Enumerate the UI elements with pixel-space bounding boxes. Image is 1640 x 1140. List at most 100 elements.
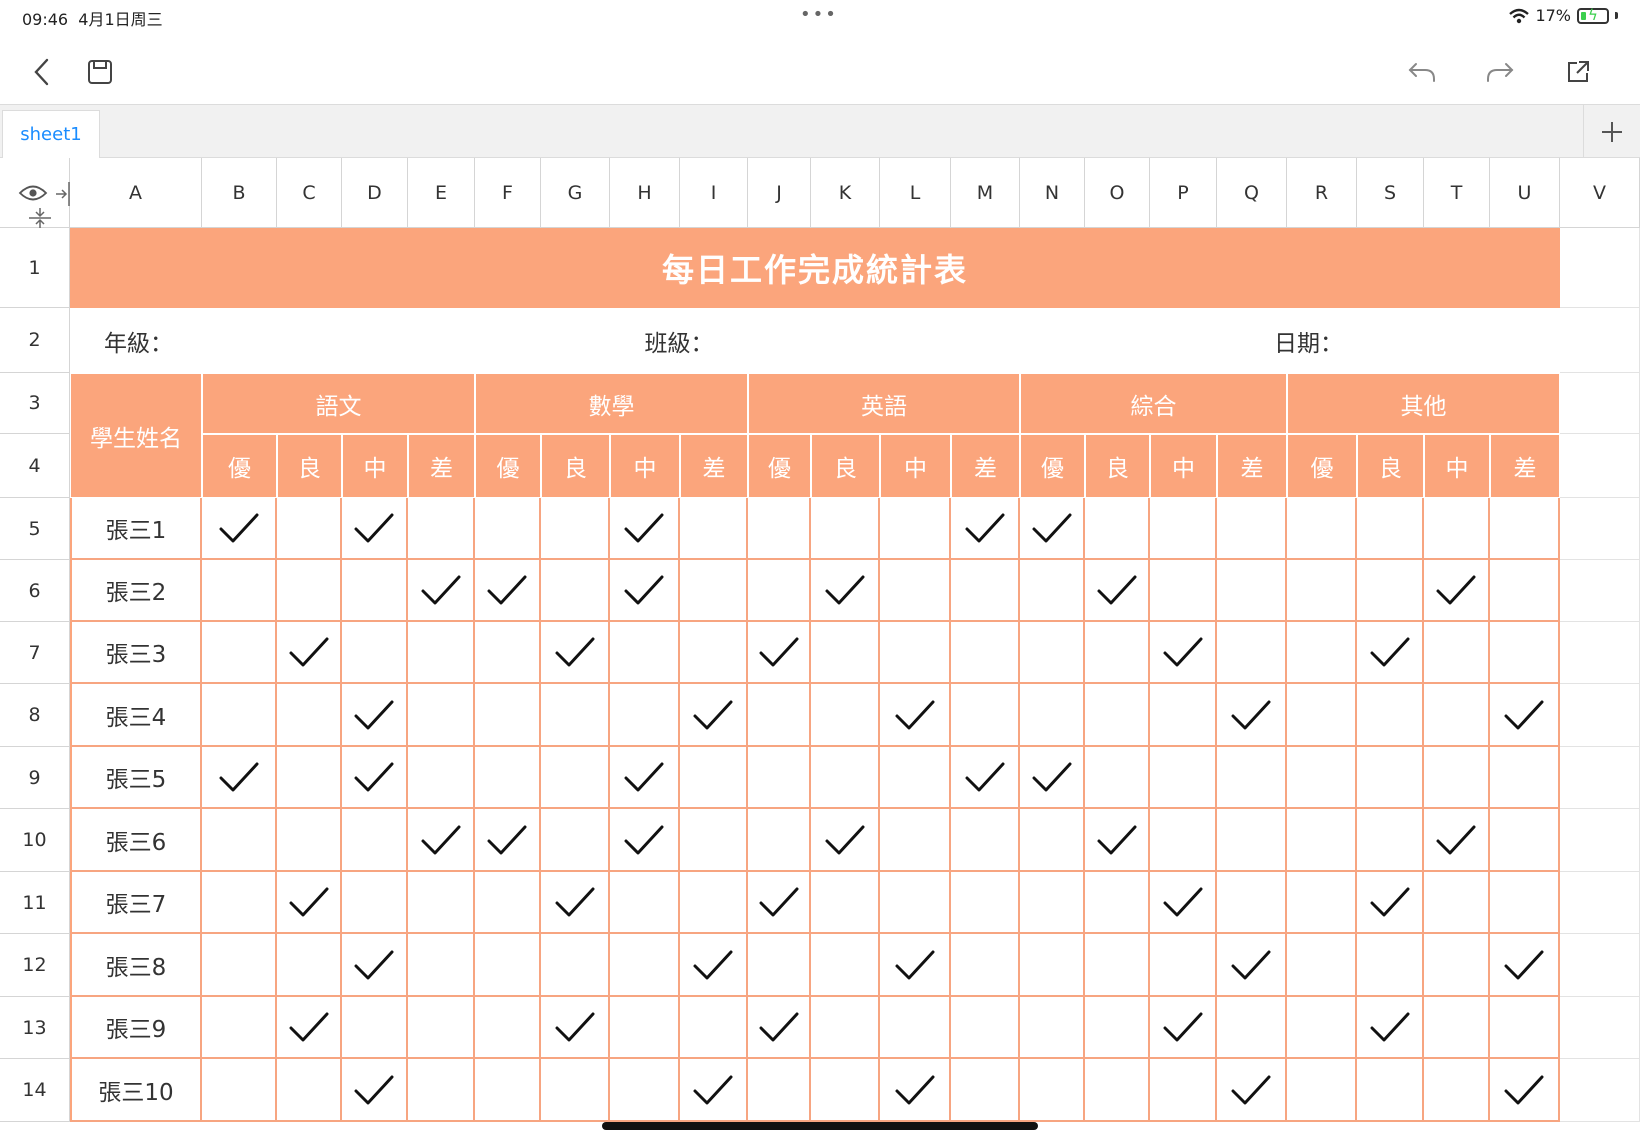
grade-cell[interactable] (1150, 809, 1217, 872)
grade-cell[interactable] (1287, 684, 1357, 747)
grade-cell[interactable] (1150, 997, 1217, 1059)
grade-cell[interactable] (748, 872, 811, 934)
grade-cell[interactable] (408, 560, 475, 622)
grade-cell[interactable] (951, 809, 1020, 872)
grade-cell[interactable] (880, 747, 951, 809)
grade-cell[interactable] (1490, 809, 1560, 872)
grade-cell[interactable] (951, 747, 1020, 809)
grade-cell[interactable] (951, 622, 1020, 684)
grade-cell[interactable] (1085, 622, 1150, 684)
grade-cell[interactable] (951, 498, 1020, 560)
grade-cell[interactable] (277, 997, 342, 1059)
grade-cell[interactable] (811, 622, 880, 684)
column-header-N[interactable]: N (1020, 158, 1085, 228)
column-header-I[interactable]: I (680, 158, 748, 228)
subject-header[interactable]: 語文 (202, 373, 475, 434)
grade-cell[interactable] (1217, 872, 1287, 934)
grade-cell[interactable] (541, 560, 610, 622)
grade-cell[interactable] (1150, 684, 1217, 747)
grade-cell[interactable] (541, 1059, 610, 1122)
grade-cell[interactable] (951, 684, 1020, 747)
subject-header[interactable]: 英語 (748, 373, 1020, 434)
sheet-title[interactable]: 每日工作完成統計表 (70, 228, 1560, 308)
column-header-R[interactable]: R (1287, 158, 1357, 228)
grade-header[interactable]: 良 (1085, 434, 1150, 498)
grade-cell[interactable] (748, 934, 811, 997)
column-header-A[interactable]: A (70, 158, 202, 228)
row-header-2[interactable]: 2 (0, 308, 70, 373)
grade-header[interactable]: 中 (610, 434, 680, 498)
grade-cell[interactable] (408, 747, 475, 809)
grade-cell[interactable] (680, 872, 748, 934)
grade-cell[interactable] (1020, 872, 1085, 934)
date-label[interactable]: 日期： (1217, 308, 1357, 373)
grade-cell[interactable] (342, 684, 408, 747)
grade-cell[interactable] (1357, 684, 1424, 747)
grade-header[interactable]: 良 (277, 434, 342, 498)
grade-cell[interactable] (1424, 560, 1490, 622)
column-header-Q[interactable]: Q (1217, 158, 1287, 228)
grade-cell[interactable] (408, 498, 475, 560)
grade-cell[interactable] (748, 498, 811, 560)
grade-cell[interactable] (202, 997, 277, 1059)
grade-cell[interactable] (610, 809, 680, 872)
grade-header[interactable]: 中 (880, 434, 951, 498)
grade-cell[interactable] (541, 934, 610, 997)
grade-cell[interactable] (541, 997, 610, 1059)
row-header-12[interactable]: 12 (0, 934, 70, 997)
grade-cell[interactable] (475, 1059, 541, 1122)
grade-cell[interactable] (811, 684, 880, 747)
grade-cell[interactable] (1357, 560, 1424, 622)
row-header-4[interactable]: 4 (0, 434, 70, 498)
row-header-9[interactable]: 9 (0, 747, 70, 809)
column-header-P[interactable]: P (1150, 158, 1217, 228)
empty-cell[interactable] (1560, 622, 1640, 684)
grade-cell[interactable] (680, 934, 748, 997)
grade-cell[interactable] (1357, 747, 1424, 809)
grade-cell[interactable] (202, 498, 277, 560)
grade-cell[interactable] (1287, 872, 1357, 934)
grade-cell[interactable] (342, 872, 408, 934)
student-name-cell[interactable]: 張三2 (70, 560, 202, 622)
grade-cell[interactable] (1287, 997, 1357, 1059)
subject-header[interactable]: 綜合 (1020, 373, 1287, 434)
grade-cell[interactable] (811, 934, 880, 997)
grade-cell[interactable] (951, 560, 1020, 622)
grade-cell[interactable] (880, 622, 951, 684)
grid-corner[interactable] (0, 158, 82, 228)
grade-cell[interactable] (610, 1059, 680, 1122)
column-header-J[interactable]: J (748, 158, 811, 228)
undo-button[interactable] (1402, 52, 1442, 92)
grade-cell[interactable] (342, 809, 408, 872)
grade-cell[interactable] (277, 934, 342, 997)
row-header-10[interactable]: 10 (0, 809, 70, 872)
grade-cell[interactable] (1085, 560, 1150, 622)
empty-cell[interactable] (1560, 747, 1640, 809)
grade-cell[interactable] (1490, 560, 1560, 622)
grade-cell[interactable] (1020, 747, 1085, 809)
grade-cell[interactable] (880, 809, 951, 872)
grade-header[interactable]: 優 (475, 434, 541, 498)
grade-cell[interactable] (748, 997, 811, 1059)
grade-cell[interactable] (1217, 498, 1287, 560)
grade-cell[interactable] (680, 997, 748, 1059)
grade-cell[interactable] (1150, 560, 1217, 622)
grade-cell[interactable] (1150, 622, 1217, 684)
grade-cell[interactable] (475, 934, 541, 997)
grade-cell[interactable] (680, 684, 748, 747)
grade-cell[interactable] (680, 498, 748, 560)
column-header-D[interactable]: D (342, 158, 408, 228)
back-button[interactable] (22, 52, 62, 92)
row-header-11[interactable]: 11 (0, 872, 70, 934)
row-header-6[interactable]: 6 (0, 560, 70, 622)
grade-cell[interactable] (610, 560, 680, 622)
add-sheet-button[interactable] (1583, 105, 1640, 158)
grade-cell[interactable] (408, 1059, 475, 1122)
row-header-8[interactable]: 8 (0, 684, 70, 747)
grade-header[interactable]: 良 (541, 434, 610, 498)
grade-cell[interactable] (1020, 934, 1085, 997)
grade-cell[interactable] (408, 684, 475, 747)
grade-cell[interactable] (1217, 622, 1287, 684)
grade-cell[interactable] (342, 1059, 408, 1122)
grade-cell[interactable] (1490, 622, 1560, 684)
